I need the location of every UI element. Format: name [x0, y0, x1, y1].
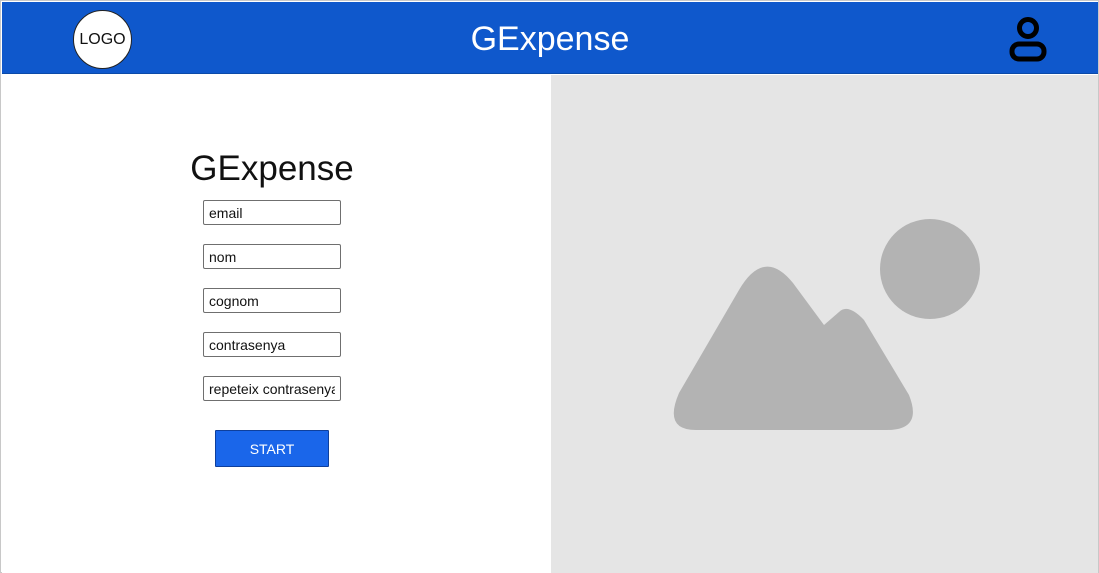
- password-field[interactable]: [203, 332, 341, 357]
- user-icon[interactable]: [1008, 16, 1048, 64]
- app-title: GExpense: [470, 20, 630, 58]
- nom-field[interactable]: [203, 244, 341, 269]
- start-button[interactable]: START: [215, 430, 329, 467]
- cognom-field[interactable]: [203, 288, 341, 313]
- repeat-password-field[interactable]: [203, 376, 341, 401]
- image-placeholder-icon: [673, 219, 980, 430]
- app-window: LOGO GExpense GExpense START: [0, 0, 1099, 573]
- form-title: GExpense: [190, 149, 354, 188]
- image-panel: [551, 75, 1098, 573]
- top-header: LOGO GExpense: [2, 2, 1098, 74]
- email-field[interactable]: [203, 200, 341, 225]
